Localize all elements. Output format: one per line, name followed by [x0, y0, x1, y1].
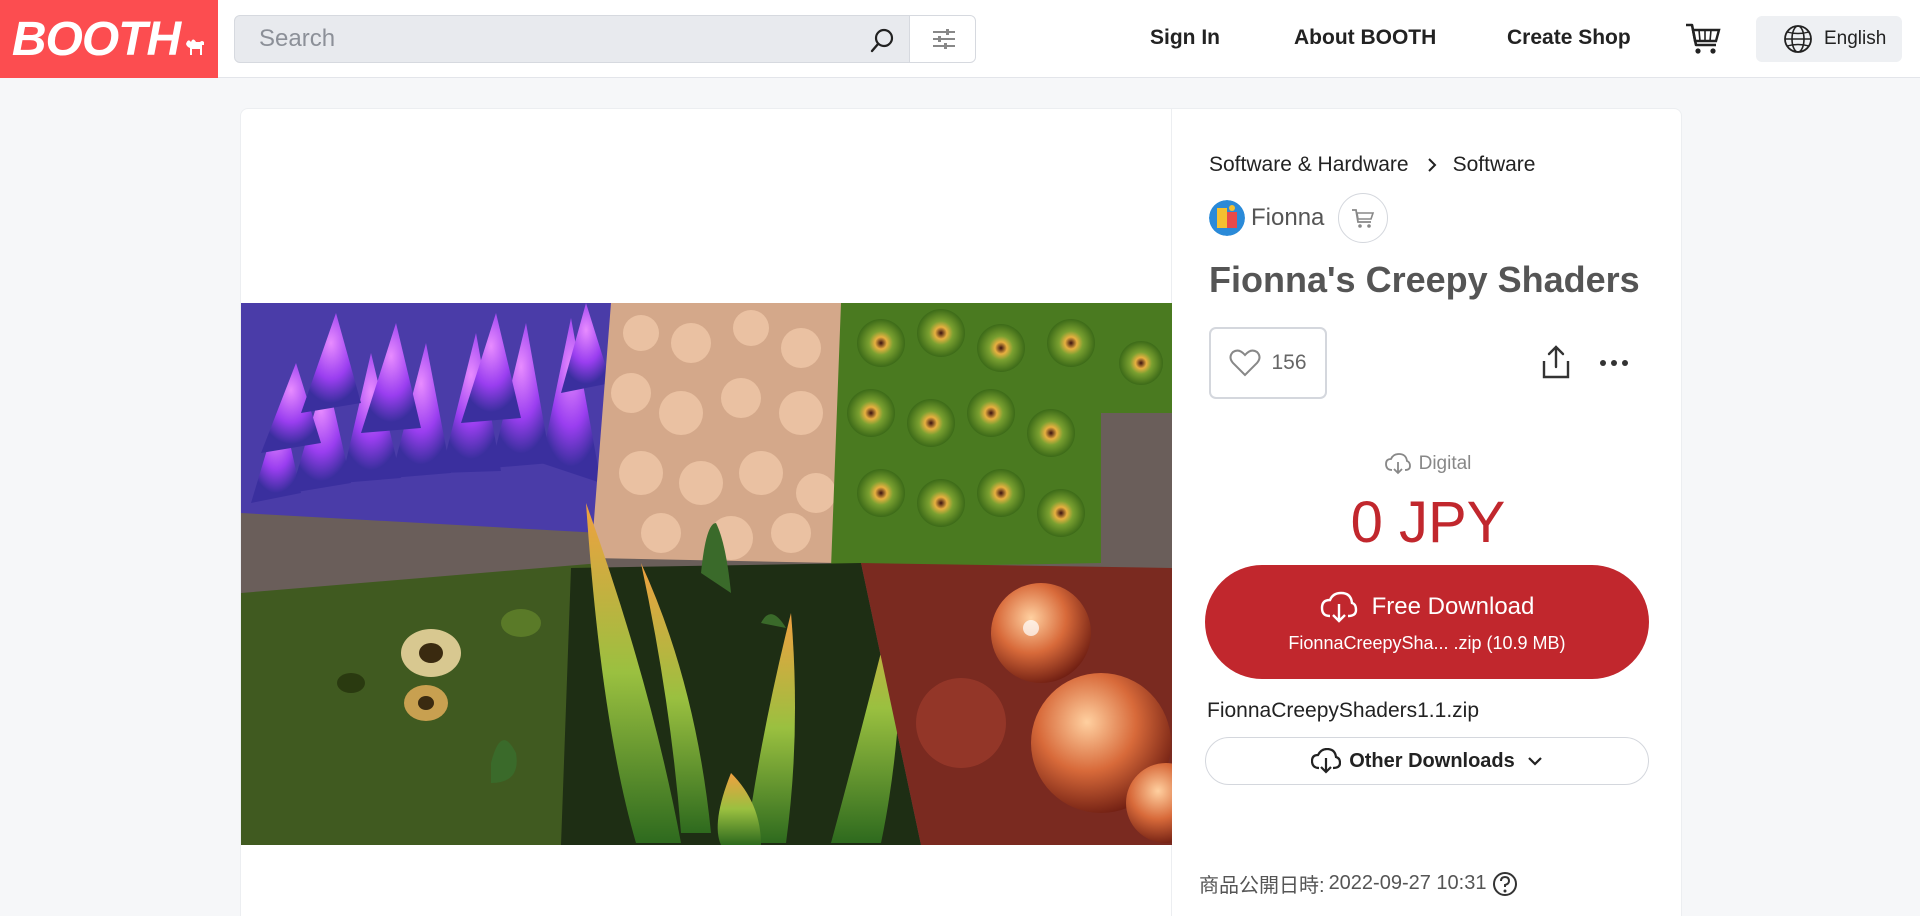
- product-type: Digital: [1173, 453, 1683, 475]
- product-image[interactable]: [241, 303, 1172, 845]
- free-download-main: Free Download: [1205, 591, 1649, 623]
- about-booth-link[interactable]: About BOOTH: [1294, 26, 1436, 50]
- download-file-info: FionnaCreepySha... .zip (10.9 MB): [1288, 633, 1566, 653]
- globe-icon: [1784, 25, 1812, 53]
- cart-icon[interactable]: [1684, 19, 1722, 57]
- help-icon[interactable]: [1492, 871, 1518, 897]
- shop-cart-button[interactable]: [1338, 193, 1389, 243]
- published-label: 商品公開日時:: [1199, 875, 1325, 897]
- filter-button[interactable]: [909, 16, 975, 62]
- other-downloads-label: Other Downloads: [1349, 749, 1515, 772]
- published-value: 2022-09-27 10:31: [1328, 872, 1487, 894]
- share-icon[interactable]: [1541, 345, 1571, 379]
- cloud-download-icon: [1311, 748, 1342, 774]
- download-filename: FionnaCreepyShaders1.1.zip: [1207, 699, 1479, 722]
- sign-in-link[interactable]: Sign In: [1150, 26, 1220, 50]
- cart-icon: [1352, 209, 1375, 228]
- free-download-button[interactable]: Free Download FionnaCreepySha... .zip (1…: [1205, 565, 1649, 679]
- heart-icon: [1229, 349, 1261, 377]
- cloud-download-icon: [1320, 591, 1357, 623]
- language-label: English: [1824, 28, 1887, 49]
- shop-name[interactable]: Fionna: [1251, 204, 1324, 232]
- like-button[interactable]: 156: [1209, 327, 1327, 399]
- breadcrumb: Software & Hardware Software: [1209, 153, 1535, 177]
- search-icon[interactable]: [867, 26, 897, 56]
- product-info: Software & Hardware Software Fionna Fion…: [1173, 109, 1683, 916]
- create-shop-link[interactable]: Create Shop: [1507, 26, 1631, 50]
- product-type-label: Digital: [1418, 453, 1472, 474]
- search-bar: [234, 15, 976, 63]
- site-header: BOOTH Sign In About BOOTH Create Shop: [0, 0, 1920, 78]
- filter-icon: [932, 29, 955, 49]
- booth-logo[interactable]: BOOTH: [0, 0, 218, 78]
- free-download-label: Free Download: [1371, 593, 1535, 620]
- like-count: 156: [1271, 351, 1307, 374]
- chevron-down-icon: [1528, 757, 1542, 766]
- camel-icon: [186, 39, 205, 55]
- breadcrumb-subcategory[interactable]: Software: [1453, 153, 1536, 177]
- shop-avatar[interactable]: [1209, 200, 1245, 236]
- product-card: Software & Hardware Software Fionna Fion…: [240, 108, 1682, 916]
- other-downloads-button[interactable]: Other Downloads: [1205, 737, 1649, 785]
- chevron-right-icon: [1427, 158, 1437, 172]
- language-button[interactable]: English: [1756, 16, 1902, 62]
- cloud-download-icon: [1384, 453, 1411, 475]
- search-input[interactable]: [235, 16, 909, 62]
- breadcrumb-category[interactable]: Software & Hardware: [1209, 153, 1409, 177]
- logo-text: BOOTH: [11, 12, 181, 66]
- product-gallery: [241, 109, 1172, 916]
- more-icon[interactable]: [1599, 359, 1629, 367]
- product-title: Fionna's Creepy Shaders: [1209, 259, 1640, 300]
- published-date: 商品公開日時: 2022-09-27 10:31: [1199, 869, 1518, 898]
- price: 0 JPY: [1350, 490, 1506, 555]
- shop-info: Fionna: [1209, 193, 1389, 243]
